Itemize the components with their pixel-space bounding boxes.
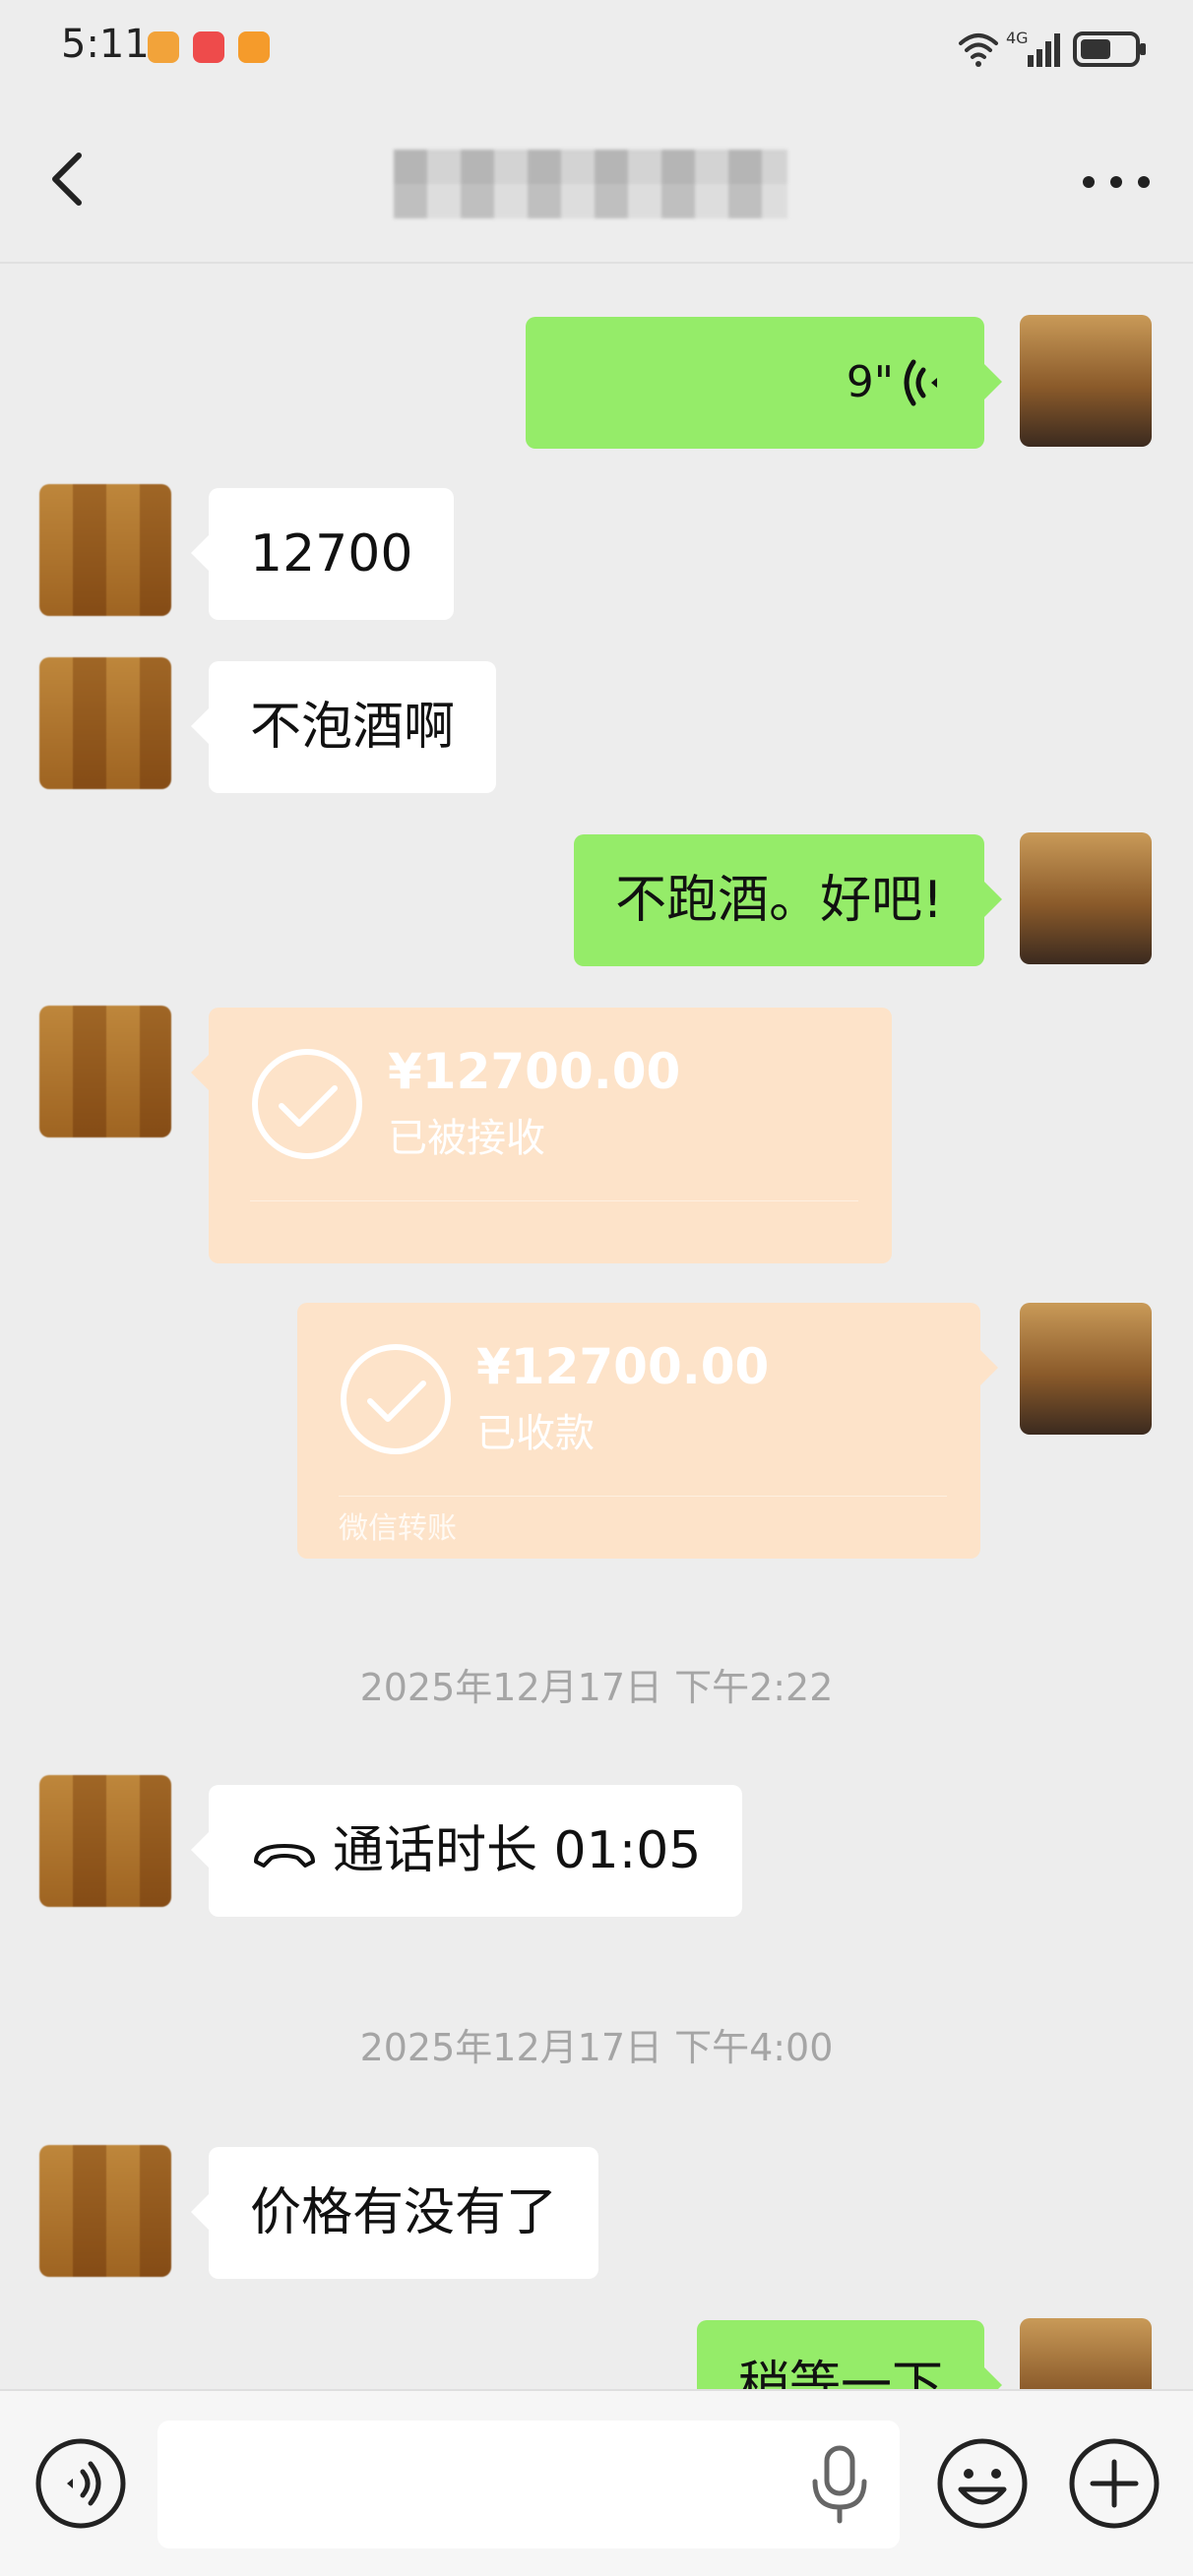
contact-avatar[interactable] bbox=[39, 484, 171, 616]
transfer-card[interactable]: ¥12700.00 已收款 微信转账 bbox=[297, 1303, 998, 1559]
chat-area[interactable]: 9" 12700 不泡酒啊 不跑酒。好吧! ¥12700.00 已被接收 ¥12… bbox=[0, 264, 1193, 2389]
contact-avatar[interactable] bbox=[39, 2145, 171, 2277]
self-avatar[interactable] bbox=[1020, 315, 1152, 447]
contact-avatar[interactable] bbox=[39, 1006, 171, 1137]
chat-title bbox=[394, 150, 787, 218]
app-badge-icon bbox=[238, 31, 270, 63]
timestamp: 2025年12月17日 下午2:22 bbox=[359, 1666, 834, 1709]
voice-wave-icon bbox=[904, 359, 937, 406]
transfer-card[interactable]: ¥12700.00 已被接收 bbox=[191, 1008, 892, 1263]
mic-icon[interactable] bbox=[807, 2444, 872, 2525]
input-bar bbox=[0, 2389, 1193, 2576]
message-bubble[interactable]: 不泡酒啊 bbox=[190, 661, 497, 793]
voice-message[interactable]: 9" bbox=[526, 317, 1002, 449]
contact-avatar[interactable] bbox=[39, 657, 171, 789]
transfer-amount: ¥12700.00 bbox=[388, 1043, 681, 1100]
status-time: 5:11 bbox=[61, 22, 150, 67]
check-circle-icon bbox=[341, 1344, 451, 1454]
message-bubble[interactable]: 稍等一下 bbox=[696, 2320, 1003, 2389]
message-bubble[interactable]: 12700 bbox=[190, 488, 455, 620]
battery-icon bbox=[1073, 31, 1146, 67]
self-avatar[interactable] bbox=[1020, 832, 1152, 964]
network-label: 4G bbox=[1006, 29, 1029, 47]
check-circle-icon bbox=[252, 1049, 362, 1159]
message-bubble[interactable]: 价格有没有了 bbox=[190, 2147, 599, 2279]
back-icon[interactable] bbox=[39, 148, 98, 211]
chat-header bbox=[0, 98, 1193, 264]
wifi-icon bbox=[959, 33, 998, 67]
emoji-icon[interactable] bbox=[935, 2436, 1030, 2531]
self-avatar[interactable] bbox=[1020, 1303, 1152, 1435]
contact-avatar[interactable] bbox=[39, 1775, 171, 1907]
message-input[interactable] bbox=[157, 2421, 900, 2548]
self-avatar[interactable] bbox=[1020, 2318, 1152, 2389]
transfer-divider bbox=[339, 1496, 947, 1497]
call-message[interactable]: 通话时长 01:05 bbox=[190, 1785, 743, 1917]
status-bar: 5:11 4G bbox=[0, 0, 1193, 98]
app-badge-icon bbox=[193, 31, 224, 63]
transfer-divider bbox=[250, 1200, 858, 1201]
status-icons: 4G bbox=[959, 29, 1146, 67]
message-bubble[interactable]: 不跑酒。好吧! bbox=[574, 834, 1002, 966]
plus-icon[interactable] bbox=[1067, 2436, 1162, 2531]
transfer-status: 已收款 bbox=[476, 1411, 595, 1456]
timestamp: 2025年12月17日 下午4:00 bbox=[359, 2026, 834, 2069]
app-badge-icon bbox=[148, 31, 179, 63]
transfer-status: 已被接收 bbox=[388, 1116, 545, 1161]
phone-hangup-icon bbox=[254, 1844, 315, 1868]
transfer-footer: 微信转账 bbox=[339, 1511, 457, 1546]
signal-icon bbox=[1028, 33, 1060, 67]
call-duration: 通话时长 01:05 bbox=[333, 1821, 702, 1880]
more-icon[interactable] bbox=[1075, 157, 1158, 207]
voice-duration: 9" bbox=[846, 357, 894, 407]
voice-toggle-icon[interactable] bbox=[33, 2436, 128, 2531]
transfer-amount: ¥12700.00 bbox=[476, 1338, 770, 1395]
